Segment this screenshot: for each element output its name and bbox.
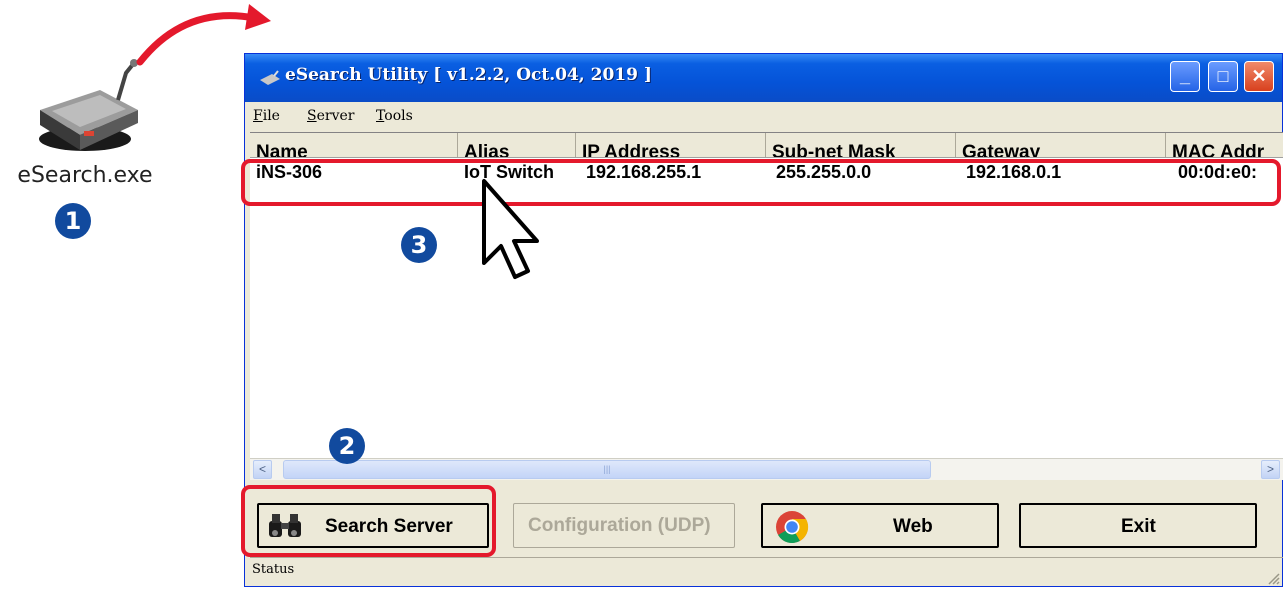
window-title: eSearch Utility [ v1.2.2, Oct.04, 2019 ]: [285, 65, 652, 85]
menu-bar: File Server Tools: [245, 102, 1282, 130]
list-header: Name Alias IP Address Sub-net Mask Gatew…: [250, 133, 1283, 158]
icon-label: eSearch.exe: [17, 163, 153, 188]
column-header-mask[interactable]: Sub-net Mask: [766, 133, 956, 157]
minimize-button[interactable]: _: [1170, 61, 1200, 92]
exit-button[interactable]: Exit: [1019, 503, 1257, 548]
step-3-badge: 3: [401, 227, 437, 263]
configuration-label: Configuration (UDP): [528, 515, 711, 536]
menu-tools[interactable]: Tools: [376, 108, 413, 124]
horizontal-scrollbar[interactable]: < ||| >: [250, 458, 1283, 480]
chrome-icon: [776, 511, 809, 544]
status-bar: Status: [250, 557, 1283, 589]
scroll-right-button[interactable]: >: [1261, 460, 1280, 479]
column-header-ip[interactable]: IP Address: [576, 133, 766, 157]
mouse-cursor-icon: [482, 179, 539, 279]
step-2-badge: 2: [329, 428, 365, 464]
web-label: Web: [893, 516, 933, 537]
exit-label: Exit: [1121, 516, 1156, 537]
row-highlight-annotation: [241, 159, 1281, 206]
scroll-left-button[interactable]: <: [253, 460, 272, 479]
column-header-name[interactable]: Name: [250, 133, 458, 157]
maximize-button[interactable]: □: [1208, 61, 1238, 92]
scroll-thumb[interactable]: |||: [283, 460, 931, 479]
step-1-badge: 1: [55, 203, 91, 239]
column-header-mac[interactable]: MAC Addr: [1166, 133, 1283, 157]
title-bar[interactable]: eSearch Utility [ v1.2.2, Oct.04, 2019 ]…: [245, 54, 1282, 102]
close-button[interactable]: ✕: [1244, 61, 1274, 92]
configuration-udp-button[interactable]: Configuration (UDP): [513, 503, 735, 548]
column-header-alias[interactable]: Alias: [458, 133, 576, 157]
status-text: Status: [252, 562, 295, 577]
menu-server[interactable]: Server: [307, 108, 354, 124]
esearch-app-icon: [39, 59, 138, 151]
web-button[interactable]: Web: [761, 503, 999, 548]
app-icon: [260, 70, 280, 85]
resize-grip-icon[interactable]: [1266, 571, 1280, 585]
column-header-gateway[interactable]: Gateway: [956, 133, 1166, 157]
menu-file[interactable]: File: [253, 108, 280, 124]
search-button-highlight-annotation: [241, 485, 496, 557]
